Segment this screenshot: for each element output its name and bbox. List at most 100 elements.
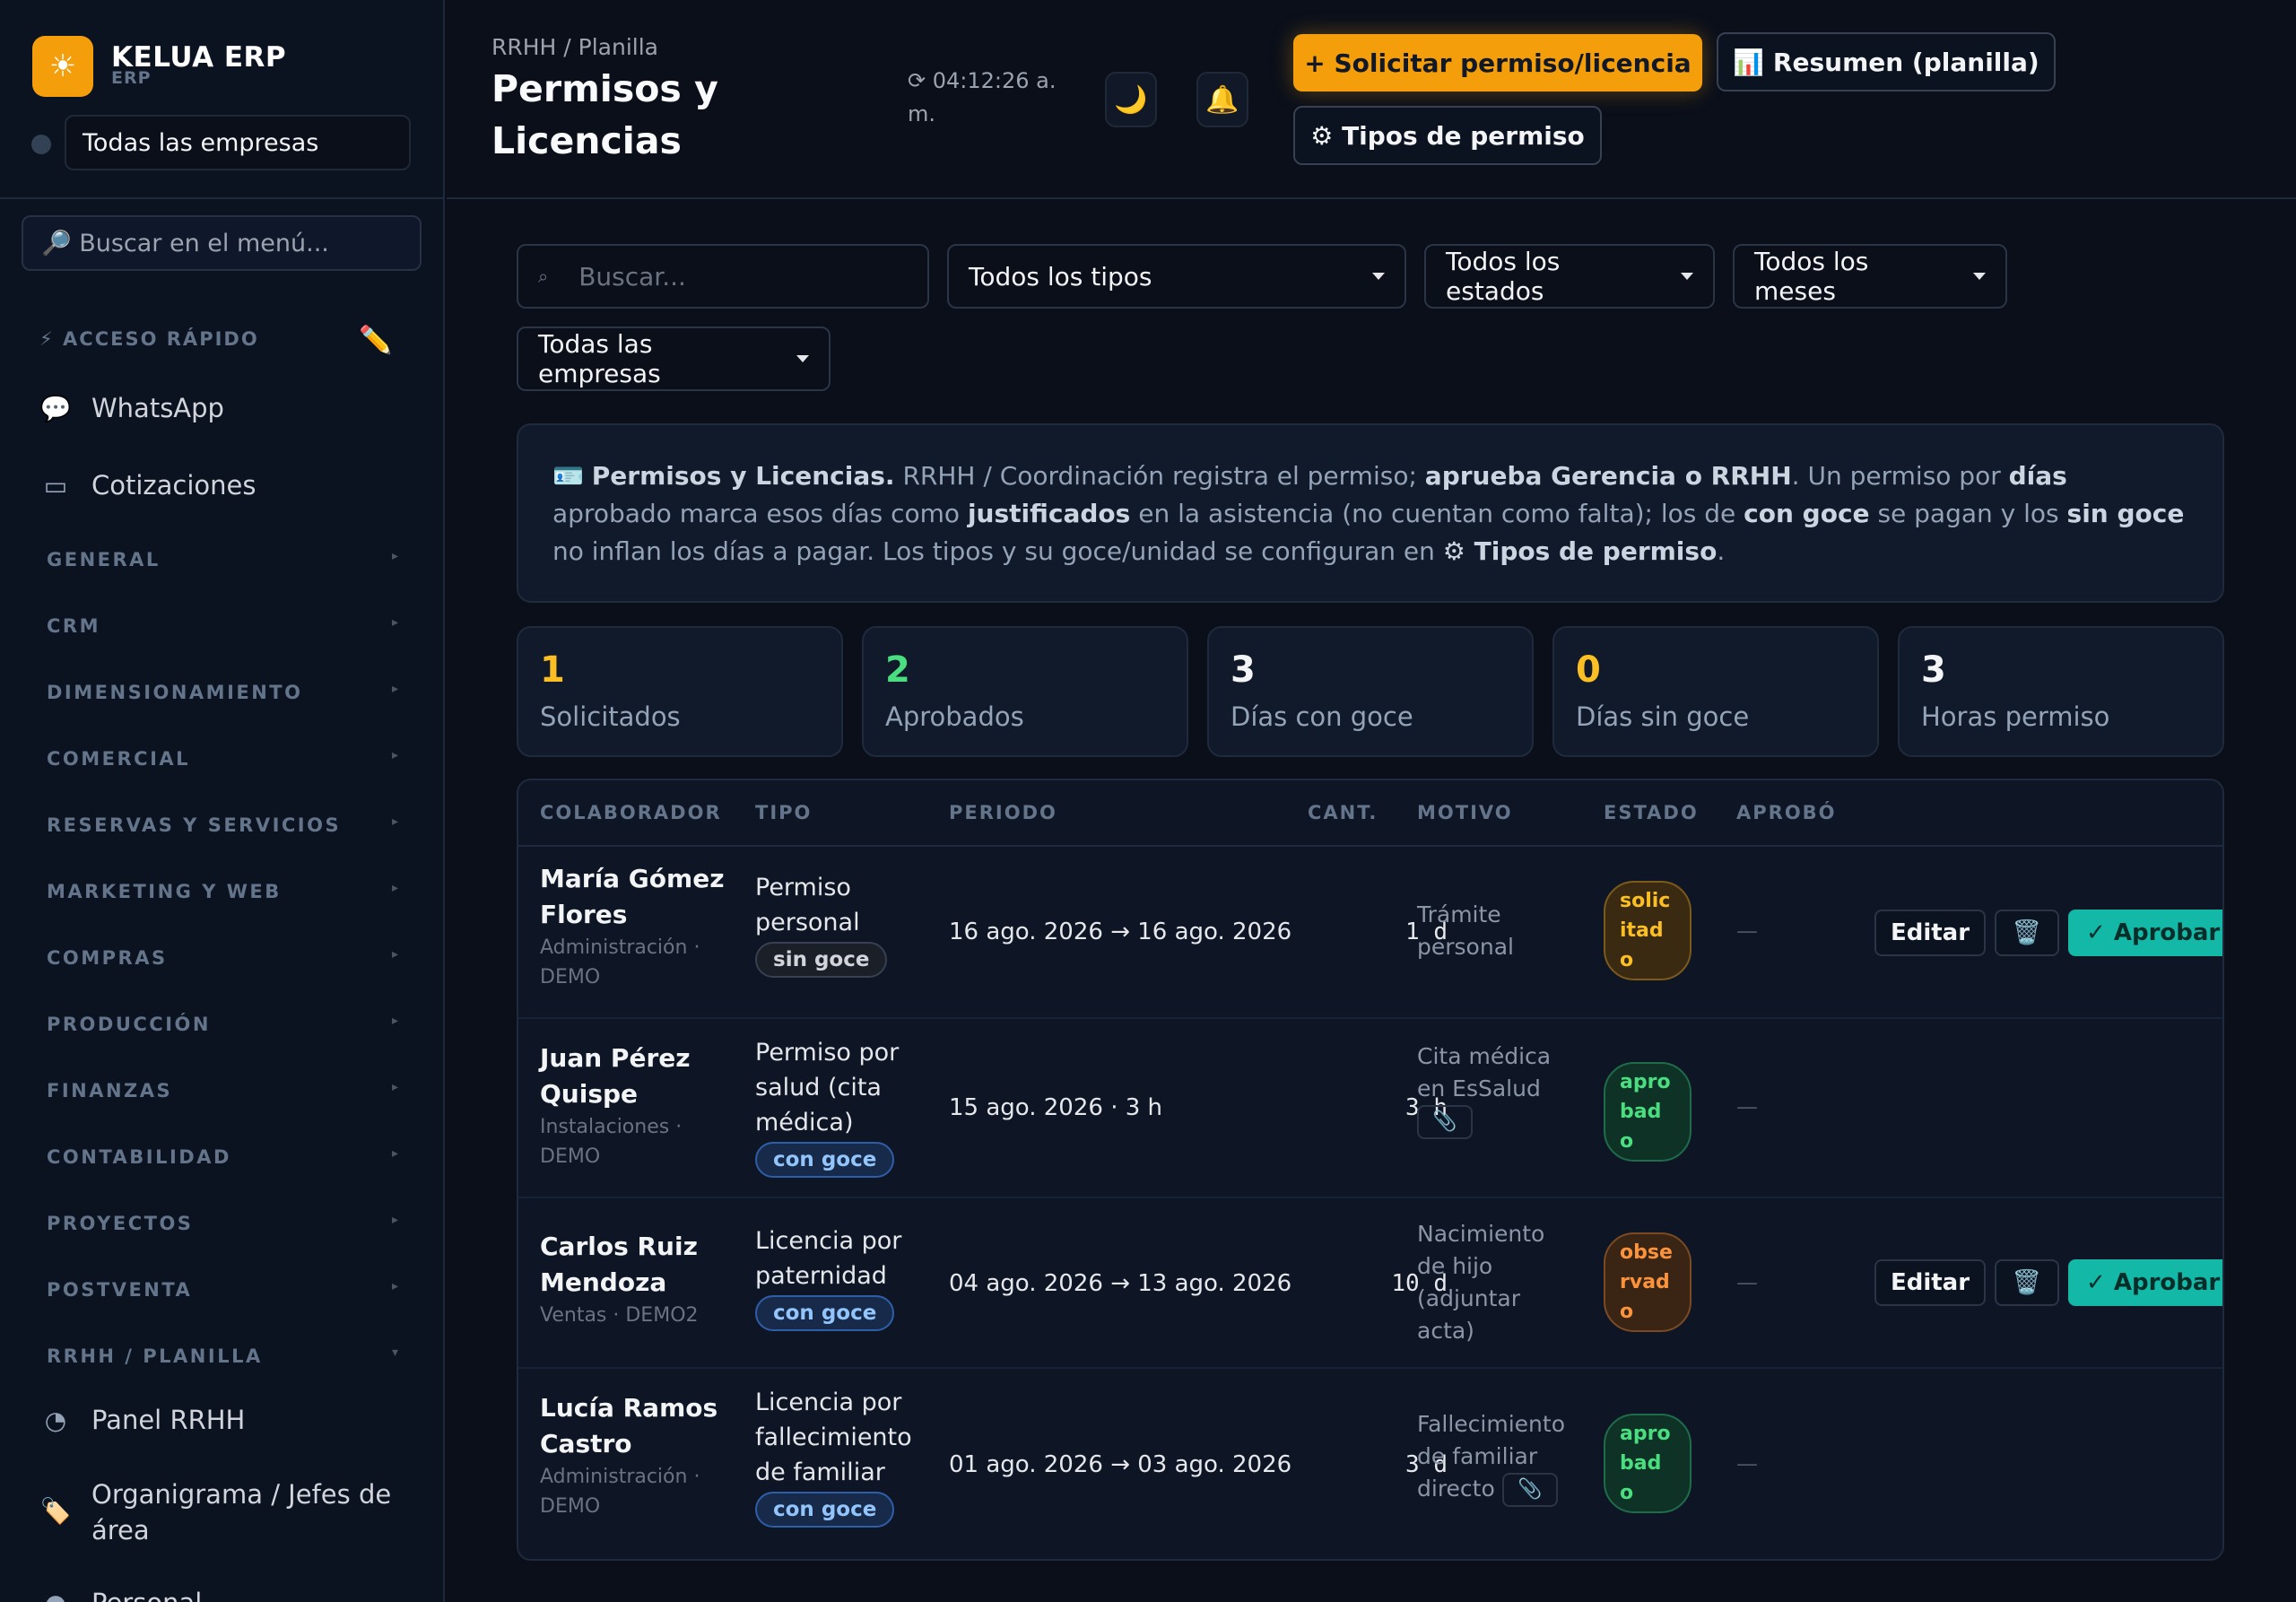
edit-button[interactable]: Editar <box>1874 1259 1986 1306</box>
info-text: . Un permiso por <box>1791 461 2009 491</box>
employee-name: Flores <box>540 900 628 929</box>
section-label: RESERVAS Y SERVICIOS <box>47 814 342 836</box>
permission-types-button[interactable]: ⚙ Tipos de permiso <box>1293 106 1602 165</box>
sidebar-section-contabilidad[interactable]: CONTABILIDAD ▸ <box>47 1146 398 1168</box>
sidebar-item-panel-rrhh[interactable]: ◔ Panel RRHH <box>39 1397 246 1442</box>
chevron-right-icon: ▸ <box>391 682 398 696</box>
sidebar-section-compras[interactable]: COMPRAS ▸ <box>47 947 398 969</box>
chat-icon: 💬 <box>39 393 72 423</box>
employee-name: Castro <box>540 1429 632 1458</box>
type-text: Permiso <box>755 874 851 901</box>
document-icon: ▭ <box>43 470 68 501</box>
section-label: DIMENSIONAMIENTO <box>47 682 303 703</box>
type-cell: Licencia por paternidad con goce <box>755 1223 901 1331</box>
chevron-right-icon: ▸ <box>391 881 398 895</box>
sidebar-item-whatsapp[interactable]: 💬 WhatsApp <box>39 386 224 431</box>
info-text: se pagan y los <box>1869 499 2067 528</box>
pay-badge: con goce <box>755 1142 895 1178</box>
column-header: CANT. <box>1308 802 1378 823</box>
breadcrumb[interactable]: RRHH / Planilla <box>491 34 658 60</box>
info-title: Permisos y Licencias. <box>591 461 895 491</box>
sidebar-section-postventa[interactable]: POSTVENTA ▸ <box>47 1279 398 1301</box>
theme-toggle-moon-icon[interactable]: 🌙 <box>1105 72 1157 127</box>
trash-icon[interactable]: 🗑️ <box>1995 1259 2059 1306</box>
stat-label: Horas permiso <box>1921 701 2110 732</box>
status-badge: solic itad o <box>1604 881 1692 980</box>
approve-button[interactable]: ✓ Aprobar <box>2068 1259 2222 1306</box>
employee-dept: Administración · <box>540 936 700 959</box>
brand-logo-icon[interactable]: ☀ <box>32 36 93 97</box>
column-header: PERIODO <box>949 802 1057 823</box>
sidebar-section-proyectos[interactable]: PROYECTOS ▸ <box>47 1213 398 1234</box>
employee-dept: DEMO <box>540 1145 601 1168</box>
sidebar-section-general[interactable]: GENERAL ▸ <box>47 549 398 570</box>
status-badge: apro bad o <box>1604 1062 1692 1162</box>
menu-search-input[interactable]: 🔎 Buscar en el menú... <box>22 215 422 271</box>
period-text: 01 ago. 2026 → 03 ago. 2026 <box>949 1451 1292 1478</box>
sidebar-section-produccion[interactable]: PRODUCCIÓN ▸ <box>47 1014 398 1035</box>
table-row: Juan Pérez Quispe Instalaciones · DEMO P… <box>518 1019 2222 1198</box>
employee-name: María Gómez <box>540 864 725 893</box>
sidebar-item-organigrama[interactable]: 🏷️ Organigrama / Jefes de área <box>39 1476 396 1552</box>
stat-value: 1 <box>540 649 565 691</box>
trash-icon[interactable]: 🗑️ <box>1995 910 2059 956</box>
stat-card-solicitados: 1 Solicitados <box>517 626 843 757</box>
request-permission-button[interactable]: + Solicitar permiso/licencia <box>1293 34 1702 91</box>
company-select[interactable]: Todas las empresas <box>65 115 411 170</box>
chevron-down-icon: ▾ <box>391 1345 398 1360</box>
state-filter-select[interactable]: Todos los estados <box>1424 244 1715 309</box>
person-icon: ● <box>39 1589 72 1602</box>
reason-text: (adjuntar <box>1417 1285 1520 1311</box>
employee-cell: Carlos Ruiz Mendoza Ventas · DEMO2 <box>540 1229 699 1330</box>
attachment-icon[interactable]: 📎 <box>1417 1105 1473 1139</box>
approved-by: — <box>1736 1270 1758 1295</box>
type-text: personal <box>755 909 860 936</box>
pie-chart-icon: ◔ <box>44 1405 67 1435</box>
sidebar-section-finanzas[interactable]: FINANZAS ▸ <box>47 1080 398 1101</box>
sidebar-section-comercial[interactable]: COMERCIAL ▸ <box>47 748 398 770</box>
type-filter-select[interactable]: Todos los tipos <box>947 244 1406 309</box>
type-text: salud (cita <box>755 1074 882 1101</box>
employee-dept: DEMO <box>540 966 601 988</box>
section-label: POSTVENTA <box>47 1279 193 1301</box>
sidebar-section-rrhh[interactable]: RRHH / PLANILLA ▾ <box>47 1345 398 1367</box>
caret-down-icon <box>1681 273 1693 280</box>
brand-subtitle: ERP <box>111 68 152 88</box>
sidebar-section-crm[interactable]: CRM ▸ <box>47 615 398 637</box>
payroll-summary-button[interactable]: 📊 Resumen (planilla) <box>1717 32 2056 91</box>
type-cell: Permiso personal sin goce <box>755 870 888 978</box>
employee-dept: Instalaciones · <box>540 1116 683 1138</box>
brand-area: ☀ KELUA ERP ERP Todas las empresas <box>0 0 443 199</box>
search-input[interactable]: ⌕ Buscar... <box>517 244 929 309</box>
period-text: 15 ago. 2026 · 3 h <box>949 1094 1163 1121</box>
type-text: fallecimiento <box>755 1424 912 1451</box>
notifications-bell-icon[interactable]: 🔔 <box>1196 72 1248 127</box>
period-text: 04 ago. 2026 → 13 ago. 2026 <box>949 1270 1292 1297</box>
edit-quick-access-icon[interactable]: ✏️ <box>359 325 392 356</box>
sidebar-item-cotizaciones[interactable]: ▭ Cotizaciones <box>39 463 257 508</box>
sidebar: ☀ KELUA ERP ERP Todas las empresas 🔎 Bus… <box>0 0 445 1602</box>
sidebar-section-reservas[interactable]: RESERVAS Y SERVICIOS ▸ <box>47 814 398 836</box>
status-text: obse <box>1620 1241 1673 1264</box>
info-box: 🪪 Permisos y Licencias. RRHH / Coordinac… <box>517 423 2224 603</box>
section-label: MARKETING Y WEB <box>47 881 282 902</box>
month-filter-select[interactable]: Todos los meses <box>1733 244 2007 309</box>
chevron-right-icon: ▸ <box>391 1080 398 1094</box>
employee-name: Lucía Ramos <box>540 1393 718 1423</box>
attachment-icon[interactable]: 📎 <box>1501 1473 1558 1507</box>
employee-name: Juan Pérez <box>540 1043 691 1073</box>
approved-by: — <box>1736 919 1758 944</box>
reason-text: directo <box>1417 1476 1495 1502</box>
edit-button[interactable]: Editar <box>1874 910 1986 956</box>
column-header: TIPO <box>755 802 813 823</box>
section-label: COMERCIAL <box>47 748 191 770</box>
status-text: apro <box>1620 1423 1671 1445</box>
sidebar-section-marketing[interactable]: MARKETING Y WEB ▸ <box>47 881 398 902</box>
company-filter-select[interactable]: Todas las empresas <box>517 326 831 391</box>
sidebar-item-personal[interactable]: ● Personal <box>39 1580 203 1602</box>
page-title: Permisos y Licencias <box>491 67 718 162</box>
approve-button[interactable]: ✓ Aprobar <box>2068 910 2222 956</box>
reason-text: Trámite <box>1417 901 1501 927</box>
sidebar-section-dimensionamiento[interactable]: DIMENSIONAMIENTO ▸ <box>47 682 398 703</box>
reason-cell: Nacimiento de hijo (adjuntar acta) <box>1417 1218 1544 1347</box>
